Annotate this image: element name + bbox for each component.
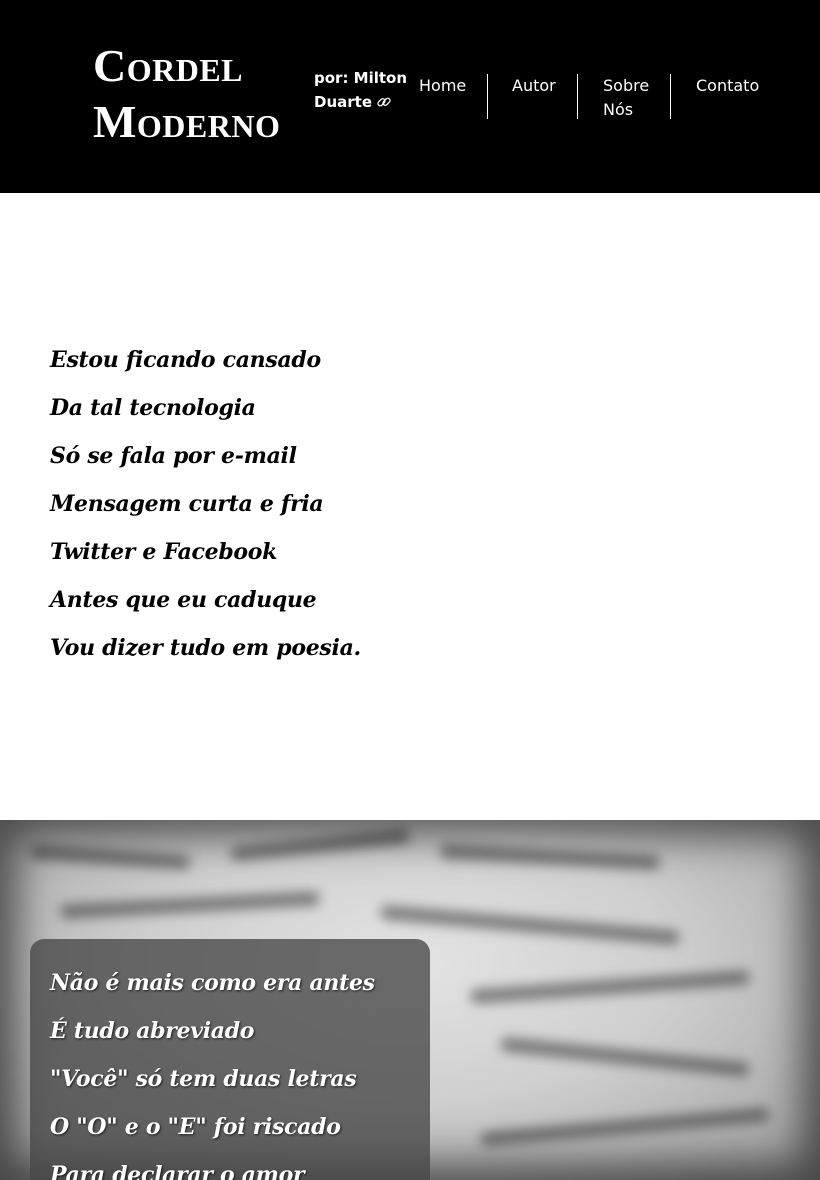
poem-verse: Da tal tecnologia xyxy=(50,395,256,421)
brand-line-2: Moderno xyxy=(93,96,281,147)
poem-verse: Só se fala por e-mail xyxy=(50,443,297,469)
background-handwriting xyxy=(499,1036,751,1078)
author-byline[interactable]: por: Milton Duarte xyxy=(314,66,410,117)
poem-verse: Para declarar o amor xyxy=(50,1162,305,1180)
site-header: Cordel Moderno por: Milton Duarte Home A… xyxy=(0,0,820,193)
poem-verse: "Você" só tem duas letras xyxy=(50,1066,357,1092)
nav-divider xyxy=(487,74,488,119)
poem-verse: Estou ficando cansado xyxy=(50,347,321,373)
poem-verse: O "O" e o "E" foi riscado xyxy=(50,1114,341,1140)
nav-divider xyxy=(577,74,578,119)
link-icon xyxy=(376,93,392,117)
poem-verse: Não é mais como era antes xyxy=(50,970,375,996)
byline-text: por: Milton Duarte xyxy=(314,69,408,111)
nav-divider xyxy=(670,74,671,119)
background-handwriting xyxy=(59,891,321,919)
nav-home[interactable]: Home xyxy=(419,74,479,120)
poem-verse: Vou dizer tudo em poesia. xyxy=(50,635,361,661)
nav-contato[interactable]: Contato xyxy=(696,74,766,120)
background-handwriting xyxy=(379,904,681,946)
background-handwriting xyxy=(439,844,661,870)
poem-verse: Antes que eu caduque xyxy=(50,587,317,613)
poem-verse: Mensagem curta e fria xyxy=(50,491,324,517)
nav-autor[interactable]: Autor xyxy=(512,74,567,120)
background-handwriting xyxy=(229,828,411,862)
poem-verse: Twitter e Facebook xyxy=(50,539,278,565)
brand-line-1: Cordel xyxy=(93,40,244,91)
background-handwriting xyxy=(29,844,191,870)
hero-section: Não é mais como era antes É tudo abrevia… xyxy=(0,820,820,1180)
nav-sobre-nos[interactable]: Sobre Nós xyxy=(603,74,655,120)
background-handwriting xyxy=(479,1107,771,1147)
poem-section: Estou ficando cansado Da tal tecnologia … xyxy=(50,336,750,672)
site-logo[interactable]: Cordel Moderno xyxy=(93,38,308,150)
poem-verse: É tudo abreviado xyxy=(50,1018,255,1044)
poem-card: Não é mais como era antes É tudo abrevia… xyxy=(30,939,430,1180)
background-handwriting xyxy=(469,970,751,1004)
